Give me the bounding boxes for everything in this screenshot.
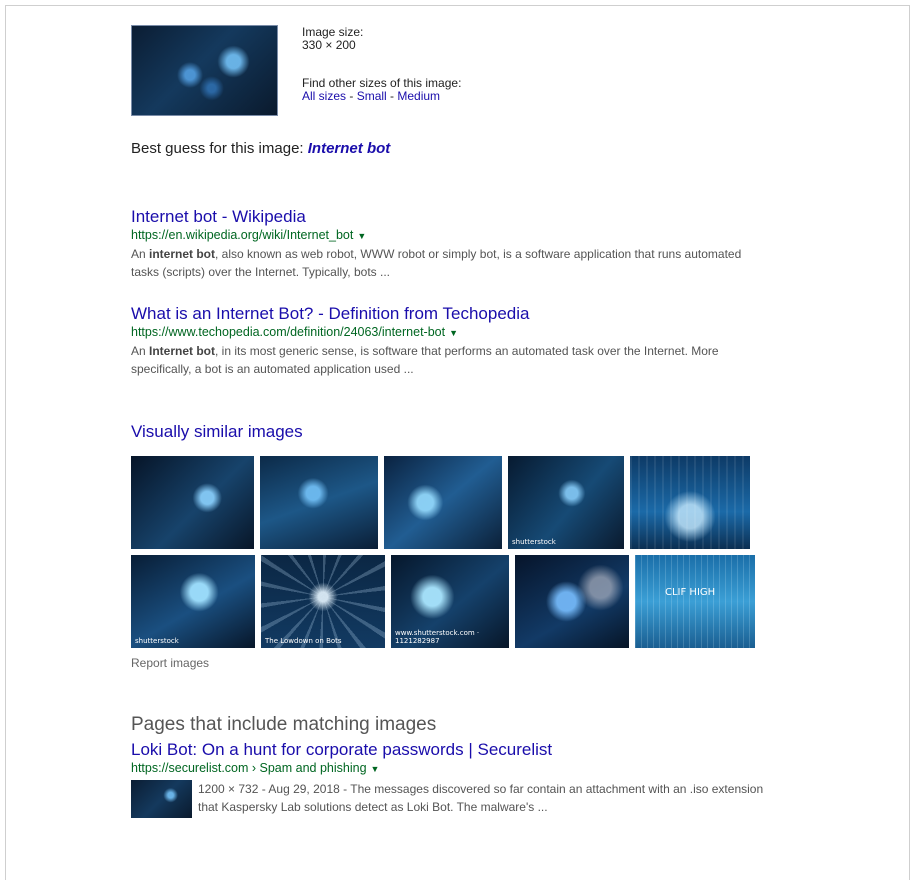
best-guess-link[interactable]: Internet bot	[308, 140, 391, 157]
matching-page-result: Loki Bot: On a hunt for corporate passwo…	[131, 740, 771, 818]
similar-image-tile[interactable]	[384, 456, 502, 549]
similar-image-tile[interactable]: www.shutterstock.com · 1121282987	[391, 555, 509, 648]
small-size-link[interactable]: Small	[357, 89, 387, 103]
dropdown-caret-icon[interactable]: ▼	[449, 328, 458, 338]
result-snippet: An Internet bot, in its most generic sen…	[131, 342, 761, 378]
similar-image-tile[interactable]	[131, 456, 254, 549]
dropdown-caret-icon[interactable]: ▼	[371, 764, 380, 774]
search-result: Internet bot - Wikipedia https://en.wiki…	[131, 207, 771, 281]
result-url: https://securelist.com › Spam and phishi…	[131, 760, 771, 778]
result-title-link[interactable]: Loki Bot: On a hunt for corporate passwo…	[131, 740, 771, 760]
image-caption: CLIF HIGH	[665, 587, 716, 598]
size-links: All sizes - Small - Medium	[302, 90, 461, 103]
result-snippet: An internet bot, also known as web robot…	[131, 245, 761, 281]
result-url-text: https://securelist.com › Spam and phishi…	[131, 761, 367, 775]
all-sizes-link[interactable]: All sizes	[302, 89, 346, 103]
result-url-text: https://www.techopedia.com/definition/24…	[131, 325, 446, 339]
similar-image-tile[interactable]	[260, 456, 378, 549]
snippet-text: An	[131, 344, 150, 358]
image-caption: The Lowdown on Bots	[265, 637, 342, 645]
image-info-section: Image size: 330 × 200 Find other sizes o…	[131, 25, 771, 120]
similar-images-grid: shutterstock shutterstock The Lowdown on…	[131, 456, 756, 648]
size-link-sep: -	[386, 89, 398, 103]
similar-image-tile[interactable]	[630, 456, 750, 549]
best-guess-label: Best guess for this image:	[131, 140, 304, 157]
snippet-text: An	[131, 247, 150, 261]
similar-image-tile[interactable]	[515, 555, 629, 648]
snippet-bold: Internet bot	[149, 344, 216, 358]
visually-similar-heading[interactable]: Visually similar images	[131, 422, 771, 442]
search-result: What is an Internet Bot? - Definition fr…	[131, 304, 771, 378]
similar-image-tile[interactable]: CLIF HIGH	[635, 555, 755, 648]
search-results-content: Image size: 330 × 200 Find other sizes o…	[131, 25, 771, 818]
similar-image-tile[interactable]: The Lowdown on Bots	[261, 555, 385, 648]
result-url: https://www.techopedia.com/definition/24…	[131, 324, 771, 342]
image-caption: shutterstock	[135, 637, 179, 645]
image-size-value: 330 × 200	[302, 38, 356, 52]
snippet-text: , in its most generic sense, is software…	[131, 344, 719, 376]
similar-image-tile[interactable]: shutterstock	[131, 555, 255, 648]
report-images-link[interactable]: Report images	[131, 656, 771, 670]
medium-size-link[interactable]: Medium	[397, 89, 440, 103]
result-url-text: https://en.wikipedia.org/wiki/Internet_b…	[131, 228, 354, 242]
result-snippet: 1200 × 732 - Aug 29, 2018 - The messages…	[198, 782, 764, 814]
query-image-thumbnail[interactable]	[131, 25, 278, 116]
image-caption: www.shutterstock.com · 1121282987	[395, 629, 480, 645]
snippet-text: , also known as web robot, WWW robot or …	[131, 247, 742, 279]
result-title-link[interactable]: What is an Internet Bot? - Definition fr…	[131, 304, 771, 324]
best-guess: Best guess for this image: Internet bot	[131, 140, 771, 157]
image-meta: Image size: 330 × 200 Find other sizes o…	[302, 26, 461, 103]
dropdown-caret-icon[interactable]: ▼	[357, 231, 366, 241]
snippet-bold: internet bot	[149, 247, 216, 261]
image-caption: shutterstock	[512, 538, 556, 546]
pages-matching-heading: Pages that include matching images	[131, 714, 437, 735]
result-title-link[interactable]: Internet bot - Wikipedia	[131, 207, 771, 227]
size-link-sep: -	[346, 89, 357, 103]
result-url: https://en.wikipedia.org/wiki/Internet_b…	[131, 227, 771, 245]
result-thumbnail[interactable]	[131, 780, 192, 818]
similar-image-tile[interactable]: shutterstock	[508, 456, 624, 549]
